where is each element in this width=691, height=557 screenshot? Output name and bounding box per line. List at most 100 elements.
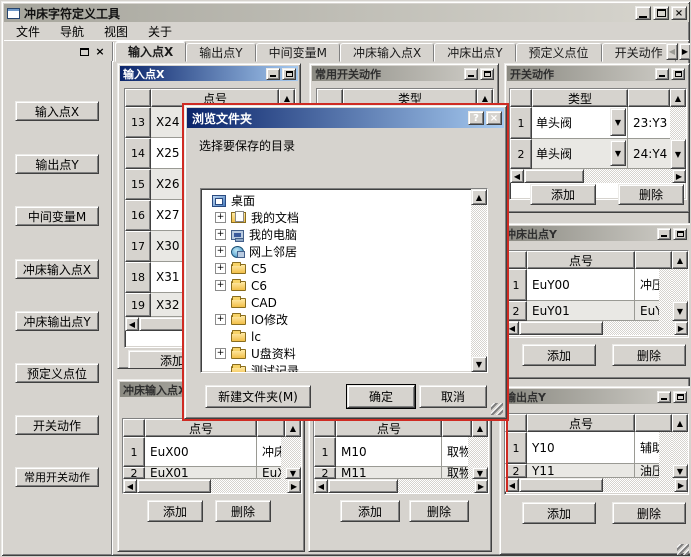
row-header[interactable]: 15: [125, 169, 151, 200]
cell[interactable]: Y11: [527, 464, 635, 478]
vscroll-down-icon[interactable]: ▼: [672, 464, 688, 478]
tree-item-cad[interactable]: CAD: [203, 294, 469, 311]
punch-out-y-minimize-icon[interactable]: [657, 228, 671, 240]
hscroll-thumb[interactable]: [519, 478, 603, 492]
combo-drop-icon[interactable]: ▼: [610, 108, 626, 136]
output-y-delete-button[interactable]: 删除: [612, 502, 686, 524]
tab-output-y[interactable]: 输出点Y: [186, 43, 255, 62]
input-x-titlebar[interactable]: 输入点X: [120, 66, 298, 81]
hscroll-thumb[interactable]: [137, 479, 211, 493]
row-header[interactable]: 17: [125, 231, 151, 262]
vscroll-up-icon[interactable]: ▲: [285, 419, 301, 437]
new-folder-button[interactable]: 新建文件夹(M): [205, 385, 311, 408]
tree-vscrollbar[interactable]: ▲ ▼: [471, 189, 487, 372]
tree-item-desktop[interactable]: 桌面: [203, 192, 469, 209]
tab-scroll-right-icon[interactable]: ▶: [679, 43, 691, 60]
punch-in-x-hscrollbar[interactable]: ◀ ▶: [123, 479, 301, 493]
hscroll-thumb[interactable]: [524, 169, 584, 183]
cell[interactable]: EuX01: [145, 467, 257, 479]
dialog-titlebar[interactable]: 浏览文件夹 ? ×: [187, 108, 504, 128]
output-y-minimize-icon[interactable]: [657, 391, 671, 403]
tree-item-usb[interactable]: + U盘资料: [203, 345, 469, 362]
tree-item-test-records[interactable]: 测试记录: [203, 362, 469, 373]
vscroll-up-icon[interactable]: ▲: [672, 251, 688, 269]
cell[interactable]: EuX00: [145, 437, 257, 467]
cell[interactable]: EuX: [257, 467, 281, 479]
tree-item-io[interactable]: + IO修改: [203, 311, 469, 328]
sidebar-button-actions[interactable]: 开关动作: [15, 415, 99, 435]
row-header[interactable]: 18: [125, 262, 151, 293]
resize-grip[interactable]: [677, 544, 689, 555]
hscroll-thumb[interactable]: [519, 321, 603, 335]
actions-maximize-icon[interactable]: [671, 68, 685, 80]
var-m-hscrollbar[interactable]: ◀ ▶: [314, 479, 488, 493]
cell[interactable]: 冲床: [257, 437, 281, 467]
vscroll-down-icon[interactable]: ▼: [672, 301, 688, 321]
dock-float-icon[interactable]: [77, 45, 91, 58]
expand-icon[interactable]: +: [215, 280, 226, 291]
actions-add-button[interactable]: 添加: [530, 184, 596, 205]
punch-out-y-col-header[interactable]: 点号: [527, 251, 635, 269]
ok-button[interactable]: 确定: [347, 385, 415, 408]
actions-minimize-icon[interactable]: [655, 68, 669, 80]
output-y-add-button[interactable]: 添加: [522, 502, 596, 524]
input-x-maximize-icon[interactable]: [282, 68, 296, 80]
cell[interactable]: M11: [336, 467, 442, 479]
output-y-hscrollbar[interactable]: ◀ ▶: [505, 478, 688, 492]
common-actions-minimize-icon[interactable]: [464, 68, 478, 80]
actions-vscroll-down-icon[interactable]: ▼: [670, 139, 686, 169]
vscroll-down-icon[interactable]: ▼: [285, 467, 301, 479]
hscroll-right-icon[interactable]: ▶: [474, 479, 488, 493]
output-y-col-header[interactable]: 点号: [527, 414, 635, 432]
row-header[interactable]: 1: [123, 437, 145, 467]
hscroll-thumb[interactable]: [328, 479, 398, 493]
row-header[interactable]: 1: [510, 107, 532, 139]
hscroll-left-icon[interactable]: ◀: [314, 479, 328, 493]
vscroll-down-icon[interactable]: ▼: [471, 356, 487, 372]
cell[interactable]: 24:Y4: [628, 139, 670, 169]
cell[interactable]: EuY: [635, 301, 659, 321]
row-header[interactable]: 1: [314, 437, 336, 467]
output-y-titlebar[interactable]: 输出点Y: [502, 389, 689, 404]
tab-punch-out-y[interactable]: 冲床出点Y: [434, 43, 515, 62]
punch-in-x-add-button[interactable]: 添加: [147, 500, 203, 522]
cell[interactable]: Y10: [527, 432, 635, 464]
row-header[interactable]: 2: [505, 464, 527, 478]
punch-out-y-delete-button[interactable]: 删除: [612, 344, 686, 366]
var-m-col-header[interactable]: 点号: [336, 419, 442, 437]
dialog-help-icon[interactable]: ?: [468, 111, 484, 125]
vscroll-up-icon[interactable]: ▲: [471, 189, 487, 205]
actions-type-combo[interactable]: 单头阀 ▼: [532, 139, 628, 169]
minimize-icon[interactable]: [635, 6, 651, 20]
sidebar-button-punch-in-x[interactable]: 冲床输入点X: [15, 259, 99, 279]
row-header[interactable]: 2: [314, 467, 336, 479]
maximize-icon[interactable]: [653, 6, 669, 20]
row-header[interactable]: 13: [125, 107, 151, 138]
dialog-resize-grip[interactable]: [491, 403, 503, 415]
expand-icon[interactable]: +: [215, 314, 226, 325]
tab-input-x[interactable]: 输入点X: [115, 41, 186, 62]
sidebar-button-predefined[interactable]: 预定义点位: [15, 363, 99, 383]
row-header[interactable]: 16: [125, 200, 151, 231]
vscroll-up-icon[interactable]: ▲: [472, 419, 488, 437]
input-x-minimize-icon[interactable]: [266, 68, 280, 80]
actions-vscroll-up-icon[interactable]: ▲: [670, 89, 686, 107]
hscroll-right-icon[interactable]: ▶: [674, 478, 688, 492]
cell[interactable]: M10: [336, 437, 442, 467]
punch-out-y-hscrollbar[interactable]: ◀ ▶: [505, 321, 688, 335]
tree-item-my-documents[interactable]: + 我的文档: [203, 209, 469, 226]
common-actions-titlebar[interactable]: 常用开关动作: [312, 66, 496, 81]
actions-type-combo[interactable]: 单头阀 ▼: [532, 107, 628, 139]
common-actions-maximize-icon[interactable]: [480, 68, 494, 80]
actions-delete-button[interactable]: 删除: [618, 184, 684, 205]
vscroll-down-icon[interactable]: ▼: [472, 467, 488, 479]
expand-icon[interactable]: +: [215, 212, 226, 223]
hscroll-left-icon[interactable]: ◀: [125, 317, 139, 331]
hscroll-right-icon[interactable]: ▶: [287, 479, 301, 493]
tab-predefined[interactable]: 预定义点位: [516, 43, 602, 62]
sidebar-button-input-x[interactable]: 输入点X: [15, 101, 99, 121]
tree-item-my-computer[interactable]: + 我的电脑: [203, 226, 469, 243]
expand-icon[interactable]: +: [215, 263, 226, 274]
tree-item-c6[interactable]: + C6: [203, 277, 469, 294]
cell[interactable]: EuY01: [527, 301, 635, 321]
